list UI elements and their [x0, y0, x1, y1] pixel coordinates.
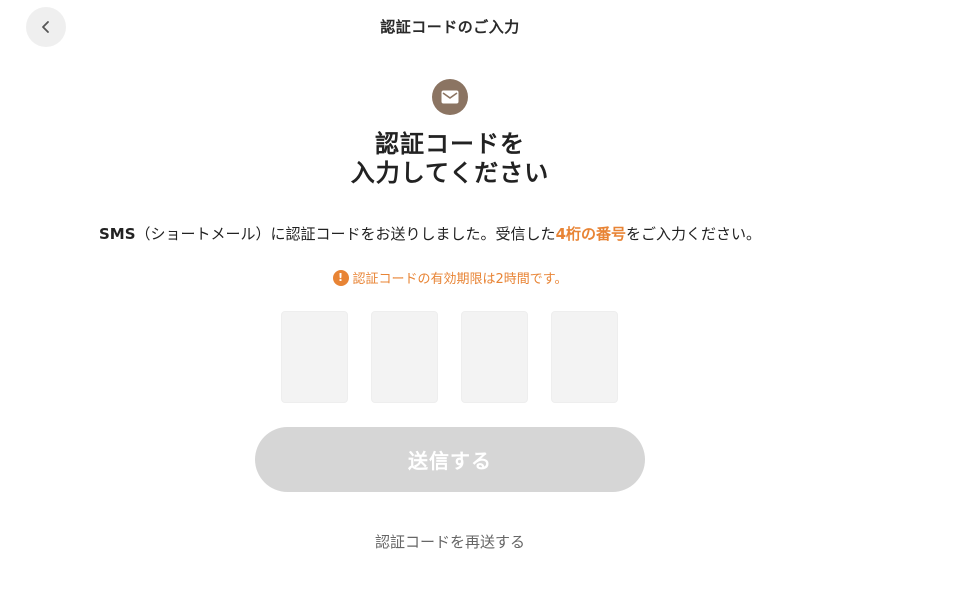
main-heading: 認証コードを 入力してください — [0, 130, 900, 188]
instruction-after: をご入力ください。 — [626, 225, 762, 243]
code-input-group — [281, 311, 618, 403]
envelope-icon — [441, 90, 459, 104]
code-digit-3-input[interactable] — [461, 311, 528, 403]
code-digit-1-input[interactable] — [281, 311, 348, 403]
heading-line-2: 入力してください — [350, 159, 550, 187]
code-digit-4-input[interactable] — [551, 311, 618, 403]
instruction-before: （ショートメール）に認証コードをお送りしました。受信した — [135, 225, 556, 243]
page-title: 認証コードのご入力 — [380, 18, 520, 36]
expiry-notice: ! 認証コードの有効期限は2時間です。 — [0, 268, 900, 287]
resend-code-link[interactable]: 認証コードを再送する — [0, 531, 900, 552]
instruction-sms: SMS — [99, 225, 136, 243]
expiry-notice-text: 認証コードの有効期限は2時間です。 — [352, 272, 568, 287]
heading-line-1: 認証コードを — [375, 130, 525, 158]
instruction-text: SMS（ショートメール）に認証コードをお送りしました。受信した4桁の番号をご入力… — [99, 223, 761, 244]
verification-page: 認証コードのご入力 認証コードを 入力してください SMS（ショートメール）に認… — [0, 0, 967, 591]
alert-icon: ! — [332, 269, 349, 286]
mail-badge — [432, 79, 468, 115]
code-digit-2-input[interactable] — [371, 311, 438, 403]
instruction-emphasis: 4桁の番号 — [555, 225, 626, 243]
submit-button[interactable]: 送信する — [255, 427, 645, 492]
